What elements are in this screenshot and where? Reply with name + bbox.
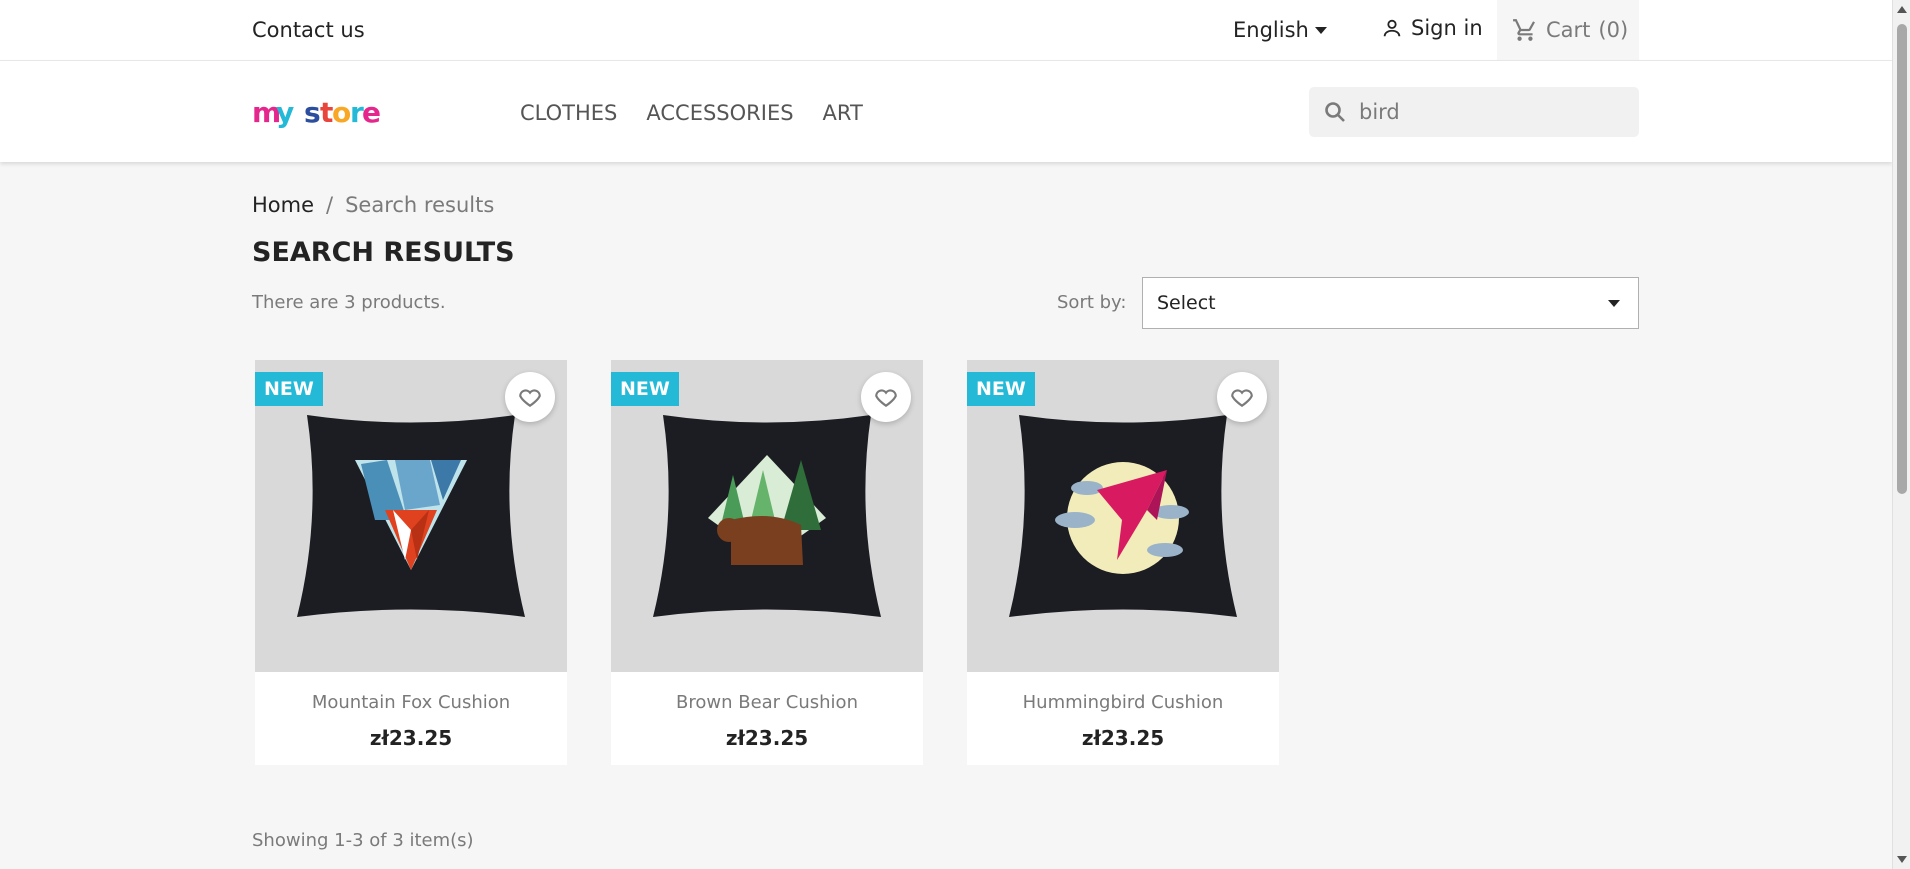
breadcrumb: Home / Search results	[252, 193, 494, 217]
cart-label: Cart	[1546, 18, 1591, 42]
heart-icon	[519, 389, 541, 407]
product-card[interactable]: NEW Brown Bear Cushion zł23.25	[611, 360, 923, 765]
cart-icon	[1513, 19, 1535, 41]
nav-clothes[interactable]: CLOTHES	[520, 101, 617, 125]
wishlist-button[interactable]	[1217, 372, 1267, 422]
user-icon	[1383, 19, 1401, 37]
store-logo-mark: m y s t o r e	[252, 96, 382, 129]
svg-text:y: y	[276, 96, 295, 129]
heart-icon	[1231, 389, 1253, 407]
breadcrumb-separator: /	[326, 193, 334, 217]
contact-us-link[interactable]: Contact us	[252, 18, 365, 42]
new-badge: NEW	[255, 372, 323, 406]
main-header: m y s t o r e CLOTHES ACCESSORIES ART	[0, 61, 1892, 162]
store-logo[interactable]: m y s t o r e	[252, 94, 382, 142]
product-card[interactable]: NEW Hummingbird Cushion zł23.25	[967, 360, 1279, 765]
cart-button[interactable]: Cart (0)	[1497, 0, 1639, 60]
top-bar: Contact us English Sign in Cart (0)	[0, 0, 1892, 61]
product-name[interactable]: Brown Bear Cushion	[611, 692, 923, 713]
language-label: English	[1233, 18, 1309, 42]
main-nav: CLOTHES ACCESSORIES ART	[520, 101, 863, 125]
scrollbar-thumb[interactable]	[1897, 24, 1907, 494]
product-name[interactable]: Hummingbird Cushion	[967, 692, 1279, 713]
product-price: zł23.25	[1081, 726, 1165, 750]
scroll-down-arrow-icon[interactable]	[1897, 856, 1907, 863]
sort-select-value: Select	[1157, 292, 1216, 314]
wishlist-button[interactable]	[505, 372, 555, 422]
search-icon[interactable]	[1323, 100, 1347, 124]
search-input[interactable]	[1359, 100, 1619, 124]
heart-icon	[875, 389, 897, 407]
chevron-down-icon	[1314, 26, 1327, 34]
product-price: zł23.25	[725, 726, 809, 750]
new-badge: NEW	[611, 372, 679, 406]
search-box	[1309, 87, 1639, 137]
product-count: There are 3 products.	[252, 292, 446, 313]
pagination-summary: Showing 1-3 of 3 item(s)	[252, 830, 474, 851]
cart-count: (0)	[1598, 18, 1629, 42]
vertical-scrollbar[interactable]	[1892, 0, 1910, 869]
breadcrumb-home[interactable]: Home	[252, 193, 314, 217]
product-name[interactable]: Mountain Fox Cushion	[255, 692, 567, 713]
nav-art[interactable]: ART	[823, 101, 863, 125]
sort-select[interactable]: Select	[1142, 277, 1639, 329]
sign-in-link[interactable]: Sign in	[1381, 16, 1483, 40]
new-badge: NEW	[967, 372, 1035, 406]
sort-by-label: Sort by:	[1057, 292, 1127, 313]
language-selector[interactable]: English	[1233, 18, 1327, 42]
scroll-up-arrow-icon[interactable]	[1897, 6, 1907, 13]
sign-in-label: Sign in	[1411, 16, 1483, 40]
product-card[interactable]: NEW Mountain Fox Cushion zł23.25	[255, 360, 567, 765]
breadcrumb-current: Search results	[345, 193, 495, 217]
nav-accessories[interactable]: ACCESSORIES	[646, 101, 793, 125]
page-title: SEARCH RESULTS	[252, 237, 515, 268]
chevron-down-icon	[1608, 299, 1620, 307]
product-price: zł23.25	[369, 726, 453, 750]
page: Contact us English Sign in Cart (0) m y …	[0, 0, 1892, 869]
wishlist-button[interactable]	[861, 372, 911, 422]
svg-text:e: e	[362, 96, 382, 129]
